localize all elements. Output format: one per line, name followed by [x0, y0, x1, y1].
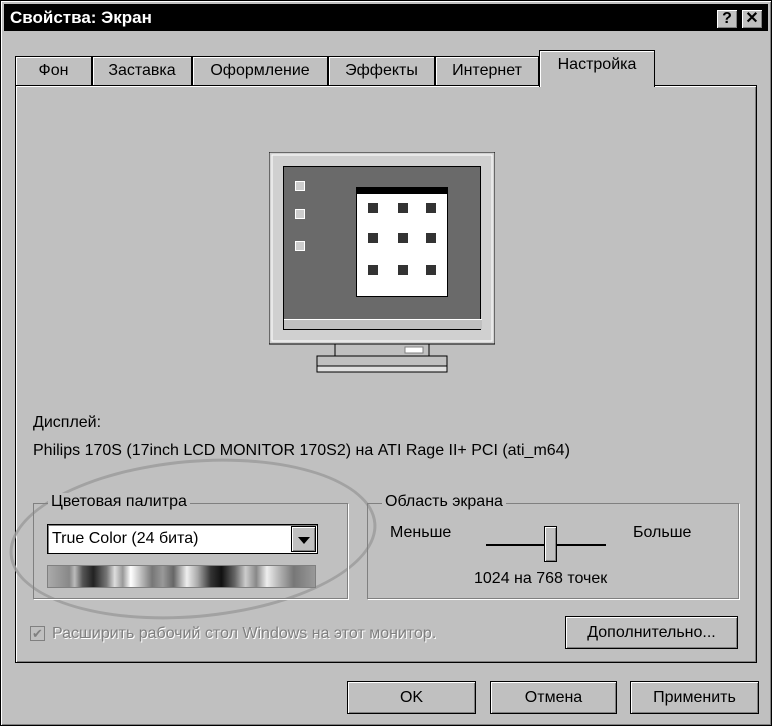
tab-effects[interactable]: Эффекты: [328, 56, 435, 86]
display-properties-window: Свойства: Экран ? ✕ Фон Заставка Оформле…: [0, 0, 772, 726]
monitor-preview-image: [269, 152, 495, 373]
apply-button[interactable]: Применить: [630, 681, 759, 714]
color-palette-preview: [47, 565, 316, 588]
display-label: Дисплей:: [33, 414, 102, 431]
color-palette-select[interactable]: True Color (24 бита): [47, 524, 318, 554]
screen-area-more: Больше: [633, 524, 692, 541]
screen-area-slider-thumb[interactable]: [544, 526, 557, 562]
extend-desktop-checkbox[interactable]: ✔: [30, 626, 45, 641]
color-palette-label: Цветовая палитра: [48, 493, 190, 511]
advanced-button[interactable]: Дополнительно...: [565, 616, 738, 649]
screen-area-value: 1024 на 768 точек: [474, 570, 608, 587]
help-button[interactable]: ?: [716, 9, 738, 29]
window-title: Свойства: Экран: [10, 8, 152, 27]
tab-internet[interactable]: Интернет: [435, 56, 539, 86]
tab-settings[interactable]: Настройка: [539, 50, 655, 87]
tab-appearance[interactable]: Оформление: [192, 56, 328, 86]
screen-area-less: Меньше: [390, 524, 452, 541]
color-palette-group: Цветовая палитра True Color (24 бита): [33, 493, 348, 599]
display-name: Philips 170S (17inch LCD MONITOR 170S2) …: [33, 442, 570, 459]
title-bar: Свойства: Экран ? ✕: [4, 4, 768, 31]
tab-background[interactable]: Фон: [15, 56, 92, 86]
screen-area-group: Область экрана Меньше Больше 1024 на 768…: [367, 493, 739, 599]
ok-button[interactable]: OK: [347, 681, 476, 714]
extend-desktop-label: Расширить рабочий стол Windows на этот м…: [52, 625, 437, 642]
tab-screensaver[interactable]: Заставка: [92, 56, 192, 86]
color-palette-value: True Color (24 бита): [52, 530, 199, 547]
cancel-button[interactable]: Отмена: [490, 681, 617, 714]
screen-area-label: Область экрана: [382, 493, 506, 511]
chevron-down-icon[interactable]: [291, 526, 316, 552]
close-button[interactable]: ✕: [741, 9, 763, 29]
